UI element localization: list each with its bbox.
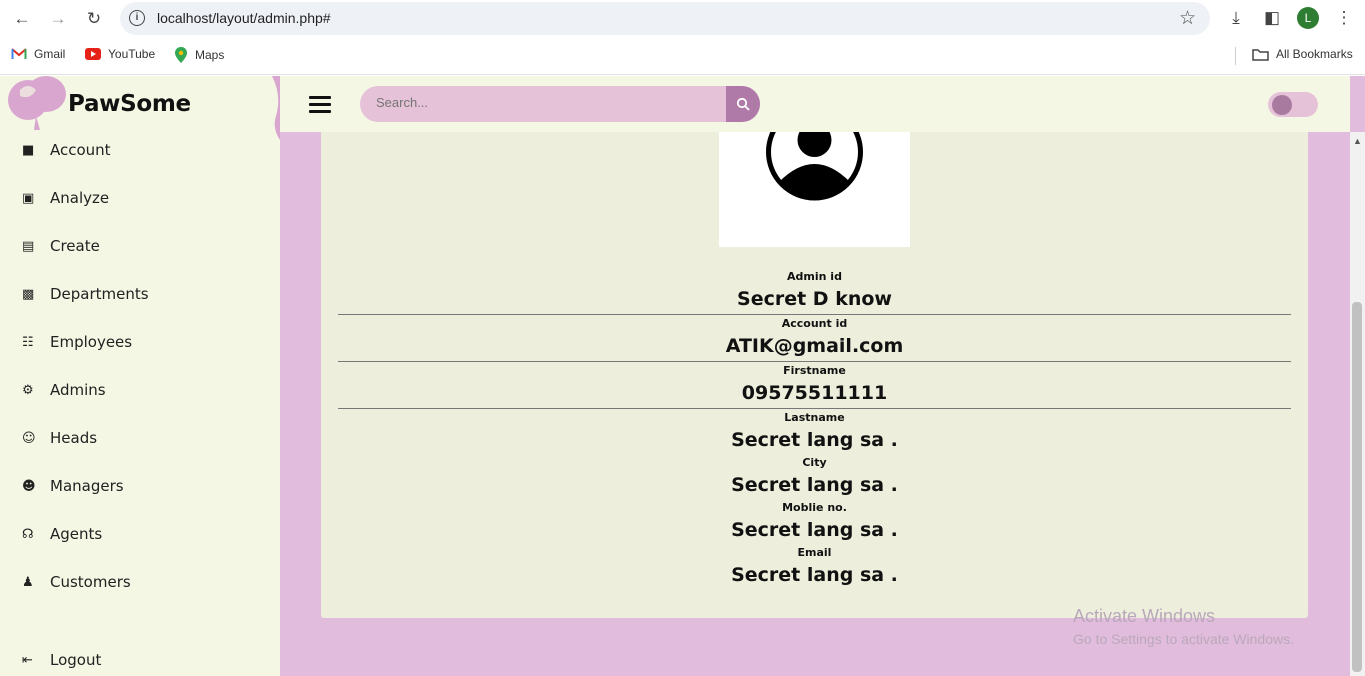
sidebar: PawSome ■ Account ▣ Analyze ▤ Create ▩ D… xyxy=(0,76,280,676)
bookmark-label: Gmail xyxy=(34,47,66,61)
sidebar-item-account[interactable]: ■ Account xyxy=(22,138,111,162)
sidebar-item-label: Agents xyxy=(50,525,103,543)
profile-avatar[interactable]: L xyxy=(1297,7,1319,29)
sidebar-item-create[interactable]: ▤ Create xyxy=(22,234,100,258)
forward-arrow-icon[interactable]: → xyxy=(47,8,69,30)
users-icon: ♟ xyxy=(22,574,34,590)
toggle-knob xyxy=(1272,95,1292,115)
browser-toolbar: ← → ↻ i localhost/layout/admin.php# ☆ ⤓ … xyxy=(0,0,1365,37)
kebab-menu-icon[interactable]: ⋮ xyxy=(1333,7,1355,29)
gmail-icon xyxy=(11,48,27,59)
field-label-account-id: Account id xyxy=(781,317,848,330)
building-icon: ▩ xyxy=(22,286,35,302)
sidebar-decoration xyxy=(272,76,280,140)
windows-watermark-subtitle: Go to Settings to activate Windows. xyxy=(1073,631,1294,647)
sidebar-item-agents[interactable]: ☊ Agents xyxy=(22,522,102,546)
field-value-admin-id: Secret D know xyxy=(737,288,892,310)
sidebar-item-departments[interactable]: ▩ Departments xyxy=(22,282,149,306)
profile-photo xyxy=(719,132,910,247)
profile-card: Admin id Secret D know Account id ATIK@g… xyxy=(321,132,1308,618)
sitemap-icon: ☷ xyxy=(22,334,34,350)
field-value-account-id: ATIK@gmail.com xyxy=(725,335,904,357)
user-plus-icon: ☺ xyxy=(22,430,36,446)
sidebar-item-label: Heads xyxy=(50,429,98,447)
logout-label: Logout xyxy=(50,651,102,669)
url-text[interactable]: localhost/layout/admin.php# xyxy=(157,10,331,26)
bookmark-gmail[interactable]: Gmail xyxy=(11,47,65,61)
reload-icon[interactable]: ↻ xyxy=(83,8,105,30)
sidebar-item-label: Customers xyxy=(50,573,131,591)
gear-icon: ⚙ xyxy=(22,382,34,398)
user-avatar-icon xyxy=(766,132,863,201)
sidebar-item-heads[interactable]: ☺ Heads xyxy=(22,426,97,450)
sidebar-item-analyze[interactable]: ▣ Analyze xyxy=(22,186,109,210)
youtube-icon xyxy=(85,48,101,60)
bookmark-maps[interactable]: Maps xyxy=(174,47,224,63)
site-info-icon[interactable]: i xyxy=(129,10,145,26)
calendar-icon: ▤ xyxy=(22,238,35,254)
address-bar[interactable]: i localhost/layout/admin.php# ☆ xyxy=(120,2,1210,35)
side-panel-icon[interactable]: ◧ xyxy=(1261,7,1283,29)
theme-toggle[interactable] xyxy=(1268,92,1318,117)
field-value-city: Secret lang sa . xyxy=(731,474,898,496)
scrollbar-thumb[interactable] xyxy=(1352,302,1362,672)
sidebar-item-employees[interactable]: ☷ Employees xyxy=(22,330,132,354)
brand-name: PawSome xyxy=(68,91,191,117)
search-icon xyxy=(736,97,750,111)
sidebar-item-label: Managers xyxy=(50,477,124,495)
field-divider xyxy=(338,361,1291,362)
field-label-lastname: Lastname xyxy=(784,411,845,424)
folder-icon xyxy=(1252,48,1269,61)
sidebar-item-customers[interactable]: ♟ Customers xyxy=(22,570,131,594)
field-divider xyxy=(338,314,1291,315)
bookmark-label: YouTube xyxy=(108,47,156,61)
sidebar-item-label: Departments xyxy=(50,285,149,303)
all-bookmarks-label: All Bookmarks xyxy=(1276,47,1353,61)
logout-button[interactable]: ⇤ Logout xyxy=(22,648,101,672)
search-bar xyxy=(360,86,760,122)
field-value-firstname: 09575511111 xyxy=(741,382,888,404)
hamburger-menu-icon[interactable] xyxy=(309,96,331,113)
sidebar-item-label: Employees xyxy=(50,333,133,351)
field-value-lastname: Secret lang sa . xyxy=(731,429,898,451)
sidebar-item-label: Account xyxy=(50,141,111,159)
sidebar-item-admins[interactable]: ⚙ Admins xyxy=(22,378,106,402)
field-divider xyxy=(338,408,1291,409)
headset-icon: ☊ xyxy=(22,526,34,542)
field-label-admin-id: Admin id xyxy=(787,270,842,283)
all-bookmarks[interactable]: All Bookmarks xyxy=(1252,47,1353,61)
bookmark-label: Maps xyxy=(195,48,225,62)
user-speak-icon: ☻ xyxy=(22,478,36,494)
field-label-firstname: Firstname xyxy=(783,364,846,377)
field-label-email: Email xyxy=(797,546,832,559)
book-icon: ▣ xyxy=(22,190,35,206)
bookmark-youtube[interactable]: YouTube xyxy=(85,47,155,61)
field-value-email: Secret lang sa . xyxy=(731,564,898,586)
field-label-mobile: Moblie no. xyxy=(782,501,847,514)
sidebar-item-label: Create xyxy=(50,237,100,255)
bookmarks-bar: Gmail YouTube Maps All Bookmarks xyxy=(0,37,1365,75)
logo-icon xyxy=(8,76,66,130)
field-value-mobile: Secret lang sa . xyxy=(731,519,898,541)
search-input[interactable] xyxy=(376,95,696,110)
field-label-city: City xyxy=(802,456,827,469)
windows-watermark-title: Activate Windows xyxy=(1073,606,1216,626)
sidebar-item-managers[interactable]: ☻ Managers xyxy=(22,474,124,498)
top-navbar xyxy=(280,76,1350,132)
account-icon: ■ xyxy=(22,142,35,158)
sidebar-item-label: Admins xyxy=(50,381,106,399)
search-button[interactable] xyxy=(726,86,760,122)
logout-icon: ⇤ xyxy=(22,652,33,668)
scroll-up-arrow-icon[interactable]: ▲ xyxy=(1353,136,1362,146)
bookmark-star-icon[interactable]: ☆ xyxy=(1179,7,1196,30)
download-icon[interactable]: ⤓ xyxy=(1225,7,1247,29)
page-scrollbar[interactable]: ▲ xyxy=(1350,132,1365,676)
main-content: Admin id Secret D know Account id ATIK@g… xyxy=(280,132,1350,676)
bookmarks-divider xyxy=(1235,47,1236,65)
maps-icon xyxy=(175,47,187,63)
app-root: PawSome ■ Account ▣ Analyze ▤ Create ▩ D… xyxy=(0,76,1365,676)
back-arrow-icon[interactable]: ← xyxy=(11,8,33,30)
sidebar-item-label: Analyze xyxy=(50,189,110,207)
